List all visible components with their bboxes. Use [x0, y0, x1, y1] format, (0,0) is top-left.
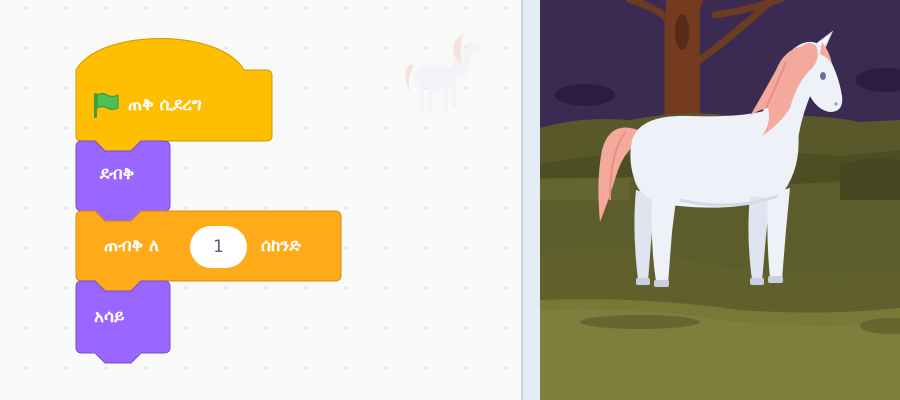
- stage[interactable]: [540, 0, 900, 400]
- script-stack[interactable]: ጠቅ ሲደረግ ደብቅ ጠብቅ ለ 1 ሰከንድ አሳይ: [0, 0, 521, 400]
- unicorn-sprite[interactable]: [540, 0, 900, 400]
- show-block-label: አሳይ: [94, 307, 125, 327]
- code-workspace[interactable]: ጠቅ ሲደረግ ደብቅ ጠብቅ ለ 1 ሰከንድ አሳይ: [0, 0, 521, 400]
- pane-divider: [521, 0, 540, 400]
- show-block[interactable]: [0, 0, 521, 400]
